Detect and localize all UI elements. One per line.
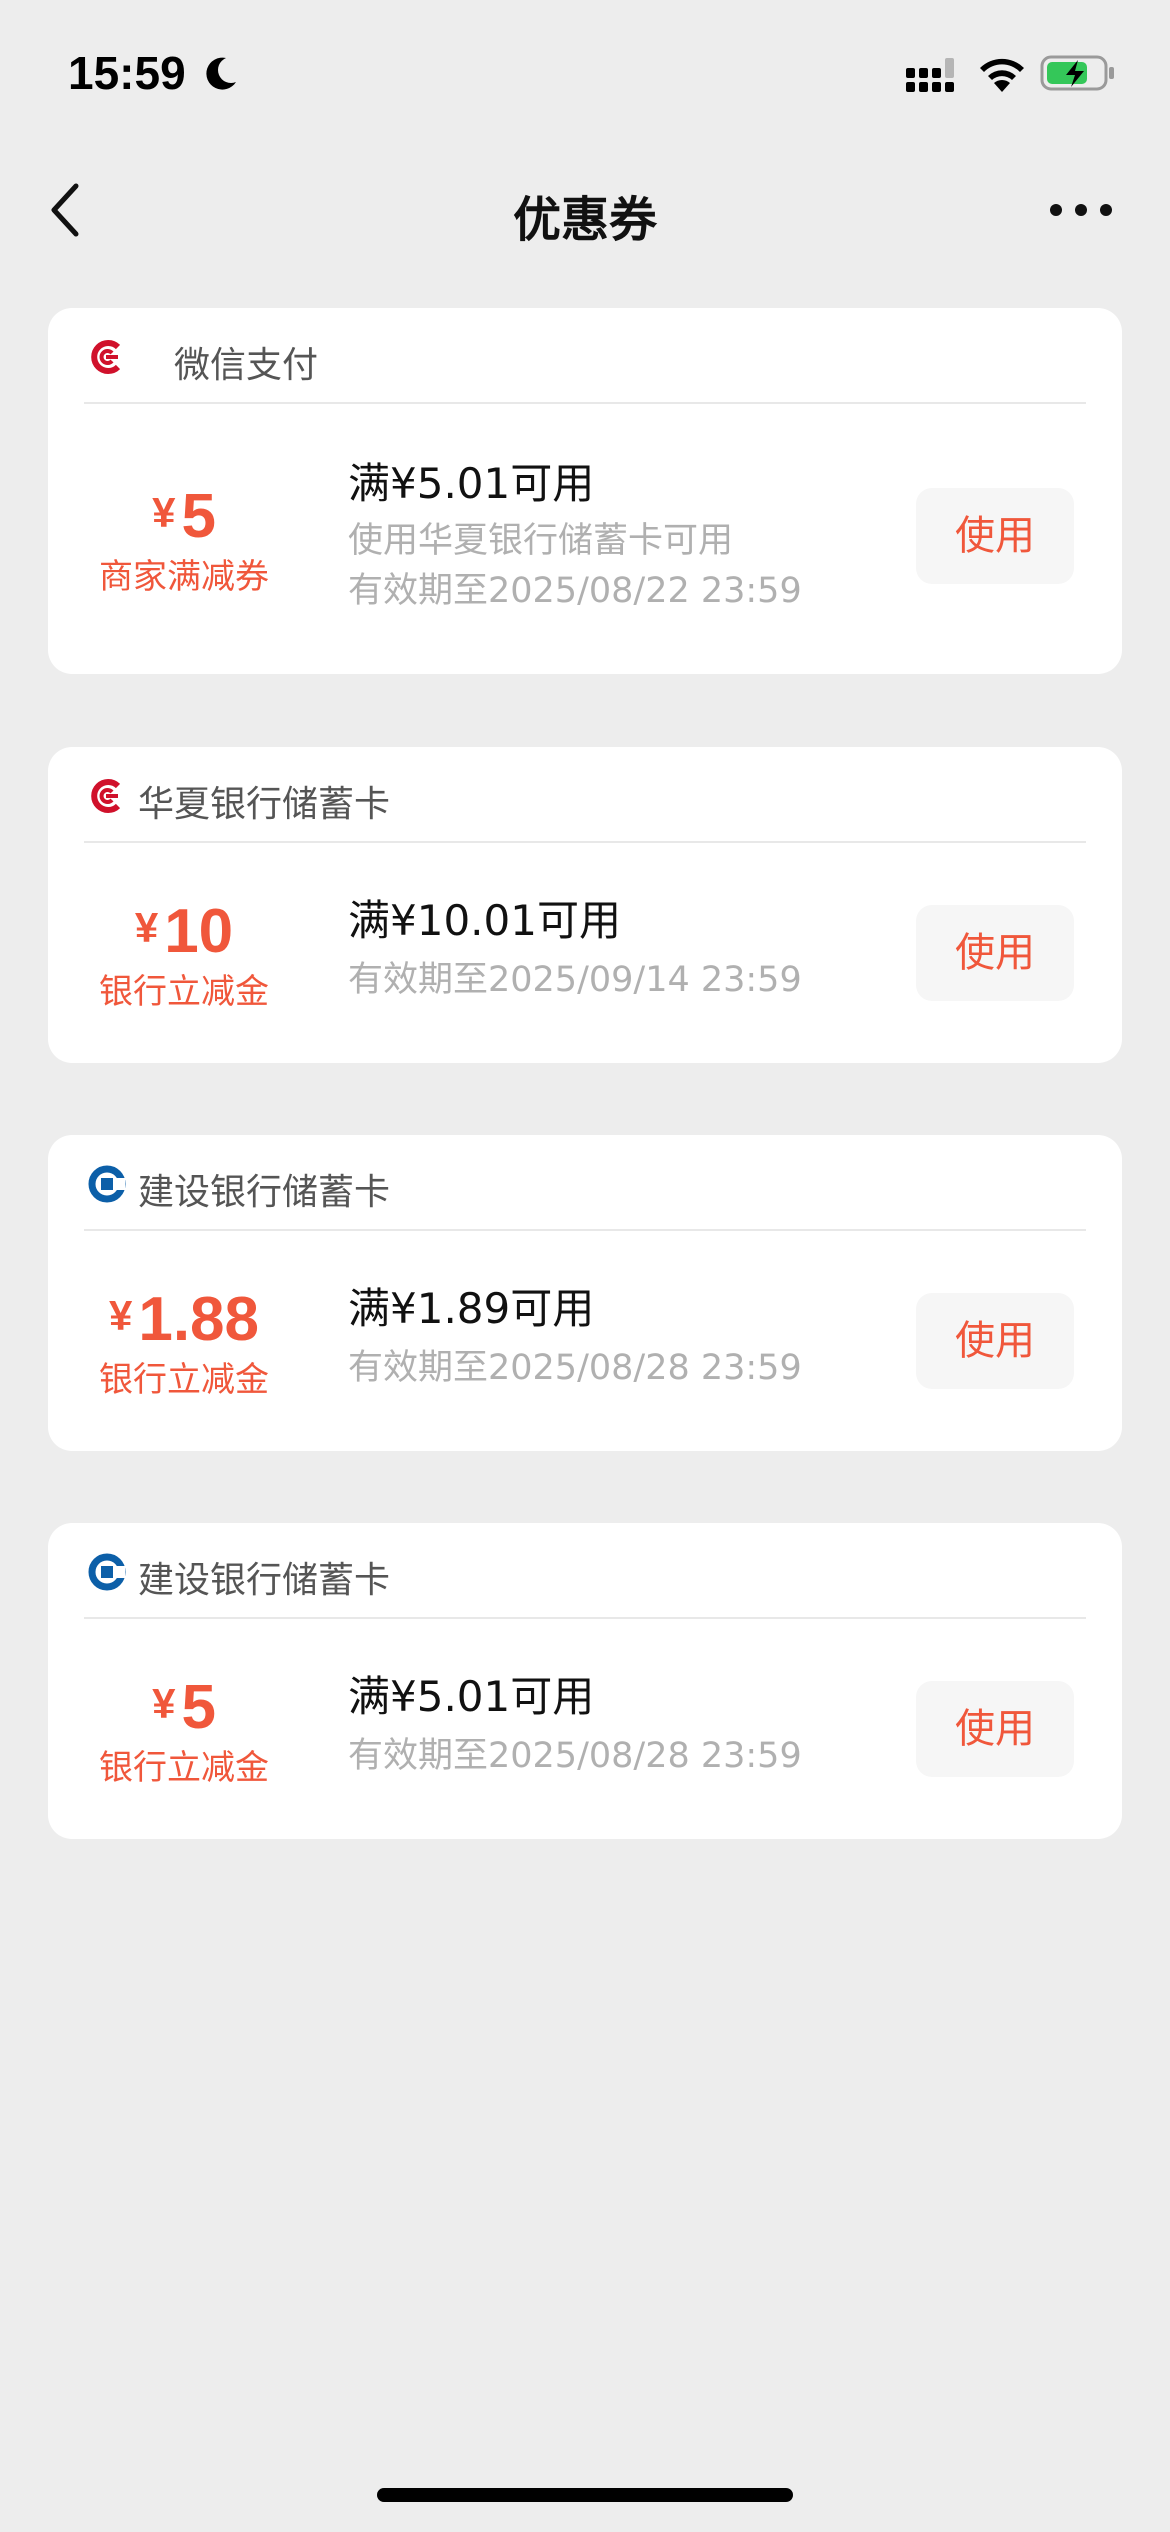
coupon-validity: 有效期至2025/08/28 23:59: [348, 1348, 802, 1388]
coupon-card: 建设银行储蓄卡 ¥5 银行立减金 满¥5.01可用 有效期至2025/08/28…: [48, 1523, 1122, 1839]
coupon-card: 微信支付 ¥5 商家满减券 满¥5.01可用 使用华夏银行储蓄卡可用 有效期至2…: [48, 308, 1122, 674]
yen-symbol: ¥: [152, 1680, 176, 1727]
coupon-type: 银行立减金: [99, 1360, 269, 1400]
coupon-type: 商家满减券: [99, 557, 269, 597]
coupon-info: 满¥5.01可用 使用华夏银行储蓄卡可用 有效期至2025/08/22 23:5…: [348, 456, 802, 616]
status-time: 15:59: [68, 47, 186, 99]
coupon-issuer: 建设银行储蓄卡: [138, 1172, 391, 1213]
yen-symbol: ¥: [108, 1292, 133, 1339]
hua-xia-bank-logo: [91, 340, 121, 374]
coupon-amount-number: 1.88: [138, 1285, 260, 1354]
coupon-issuer: 微信支付: [174, 345, 319, 386]
home-indicator[interactable]: [377, 2488, 793, 2502]
coupon-validity: 有效期至2025/08/28 23:59: [348, 1736, 802, 1776]
coupon-amount-value: ¥5: [84, 1669, 284, 1743]
coupon-info: 满¥1.89可用 有效期至2025/08/28 23:59: [348, 1281, 802, 1393]
status-bar: 15:59: [0, 0, 1170, 150]
cellular-signal-icon: [906, 58, 954, 92]
coupon-validity: 有效期至2025/09/14 23:59: [348, 960, 802, 1000]
use-button[interactable]: 使用: [916, 1681, 1074, 1777]
coupon-card-header: 建设银行储蓄卡: [84, 1523, 1086, 1619]
yen-symbol: ¥: [152, 489, 176, 536]
coupon-issuer: 华夏银行储蓄卡: [138, 784, 391, 825]
coupon-info: 满¥10.01可用 有效期至2025/09/14 23:59: [348, 893, 802, 1005]
coupon-issuer: 建设银行储蓄卡: [138, 1560, 391, 1601]
coupon-card-header: 建设银行储蓄卡: [84, 1135, 1086, 1231]
coupon-condition: 满¥5.01可用: [348, 1672, 595, 1721]
coupon-info: 满¥5.01可用 有效期至2025/08/28 23:59: [348, 1669, 802, 1781]
coupon-condition: 满¥5.01可用: [348, 459, 595, 508]
navigation-bar: 优惠券: [0, 160, 1170, 260]
more-dots-icon[interactable]: [1046, 190, 1116, 230]
coupon-card: 建设银行储蓄卡 ¥1.88 银行立减金 满¥1.89可用 有效期至2025/08…: [48, 1135, 1122, 1451]
coupon-amount: ¥5 银行立减金: [84, 1669, 284, 1791]
hua-xia-bank-logo: [91, 779, 121, 813]
coupon-amount: ¥1.88 银行立减金: [84, 1281, 284, 1403]
coupon-type: 银行立减金: [99, 1748, 269, 1788]
yen-symbol: ¥: [134, 904, 159, 951]
coupon-amount: ¥10 银行立减金: [84, 893, 284, 1015]
coupon-card-header: 华夏银行储蓄卡: [84, 747, 1086, 843]
coupon-amount-number: 5: [181, 1673, 216, 1742]
coupon-card: 华夏银行储蓄卡 ¥10 银行立减金 满¥10.01可用 有效期至2025/09/…: [48, 747, 1122, 1063]
coupon-condition: 满¥1.89可用: [348, 1284, 595, 1333]
coupon-type: 银行立减金: [99, 972, 269, 1012]
coupon-amount-value: ¥10: [84, 893, 284, 967]
coupon-amount: ¥5 商家满减券: [84, 478, 284, 600]
coupons-page: 15:59 优惠券 微信支付 ¥5 商家满减券 满¥5.01可用 使用华夏银行储…: [0, 0, 1170, 2532]
coupon-validity: 有效期至2025/08/22 23:59: [348, 571, 802, 611]
wifi-icon: [980, 58, 1024, 92]
use-button[interactable]: 使用: [916, 905, 1074, 1001]
coupon-amount-number: 5: [181, 482, 216, 551]
ccb-bank-logo: [88, 1553, 126, 1591]
coupon-amount-number: 10: [164, 897, 234, 966]
battery-charging-icon: [1040, 55, 1114, 91]
moon-icon: [206, 57, 236, 90]
coupon-condition: 满¥10.01可用: [348, 896, 621, 945]
coupon-restriction: 使用华夏银行储蓄卡可用: [348, 521, 734, 561]
use-button[interactable]: 使用: [916, 488, 1074, 584]
coupon-amount-value: ¥1.88: [84, 1281, 284, 1355]
page-title: 优惠券: [512, 192, 657, 248]
coupon-amount-value: ¥5: [84, 478, 284, 552]
coupon-card-header: 微信支付: [84, 308, 1086, 404]
ccb-bank-logo: [88, 1165, 126, 1203]
use-button[interactable]: 使用: [916, 1293, 1074, 1389]
